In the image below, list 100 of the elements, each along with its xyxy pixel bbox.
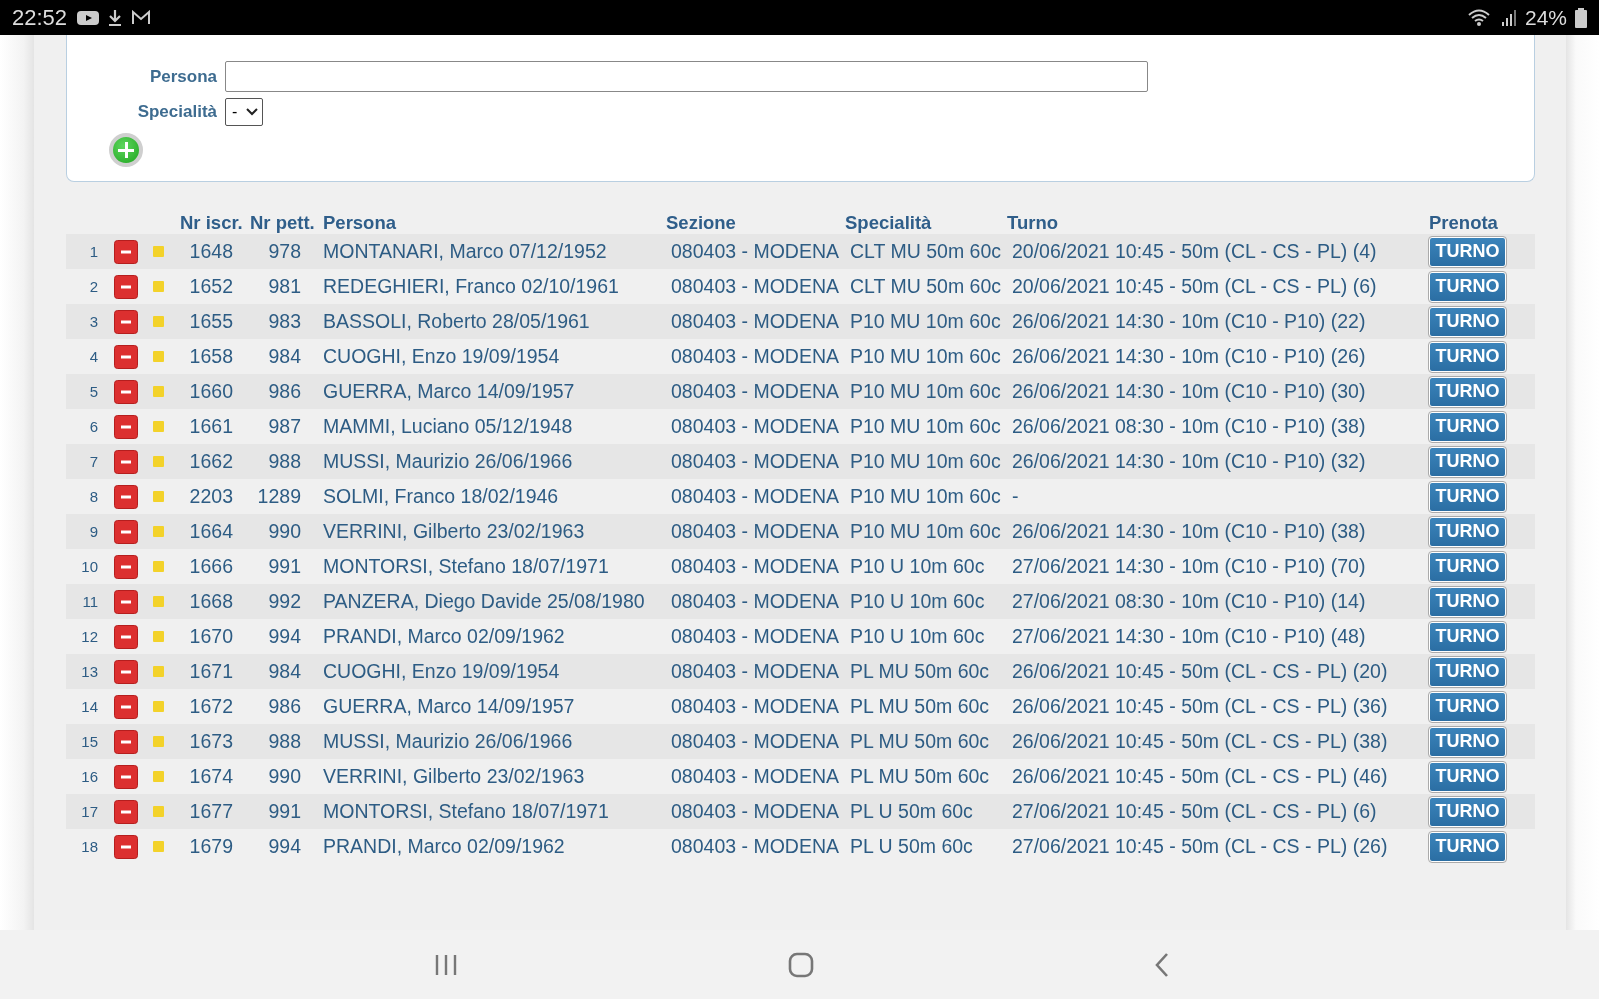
row-number: 17 bbox=[80, 803, 99, 820]
row-number: 18 bbox=[80, 838, 99, 855]
remove-icon[interactable] bbox=[114, 659, 138, 684]
remove-icon[interactable] bbox=[114, 799, 138, 824]
turno-button[interactable]: TURNO bbox=[1429, 761, 1506, 792]
table-cell: 1674 bbox=[189, 765, 233, 788]
turno-button[interactable]: TURNO bbox=[1429, 446, 1506, 477]
table-cell-text: MONTORSI, Stefano 18/07/1971 bbox=[322, 555, 609, 578]
table-cell-text: 080403 - MODENA bbox=[670, 310, 839, 333]
table-cell: 2203 bbox=[189, 485, 233, 508]
mail-icon bbox=[131, 9, 152, 26]
turno-button[interactable]: TURNO bbox=[1429, 831, 1506, 862]
remove-icon[interactable] bbox=[114, 414, 138, 439]
table-cell-text: MAMMI, Luciano 05/12/1948 bbox=[322, 415, 573, 438]
column-header: Sezione bbox=[666, 212, 737, 234]
remove-icon[interactable] bbox=[114, 344, 138, 369]
remove-icon[interactable] bbox=[114, 274, 138, 299]
remove-icon[interactable] bbox=[114, 519, 138, 544]
table-cell-text: 080403 - MODENA bbox=[670, 730, 839, 753]
table-cell: 981 bbox=[268, 275, 301, 298]
table-cell: 986 bbox=[268, 380, 301, 403]
remove-icon[interactable] bbox=[114, 379, 138, 404]
table-cell-text: 080403 - MODENA bbox=[670, 450, 839, 473]
turno-button[interactable]: TURNO bbox=[1429, 621, 1506, 652]
turno-button[interactable]: TURNO bbox=[1429, 376, 1506, 407]
turno-button[interactable]: TURNO bbox=[1429, 586, 1506, 617]
remove-icon[interactable] bbox=[114, 484, 138, 509]
turno-button[interactable]: TURNO bbox=[1429, 236, 1506, 267]
field-label: Specialità bbox=[136, 102, 217, 122]
table-cell-text: P10 MU 10m 60c bbox=[849, 450, 1001, 473]
table-cell-text: MUSSI, Maurizio 26/06/1966 bbox=[322, 730, 573, 753]
table-cell-text: 080403 - MODENA bbox=[670, 590, 839, 613]
table-cell-text: PRANDI, Marco 02/09/1962 bbox=[322, 625, 565, 648]
turno-button[interactable]: TURNO bbox=[1429, 796, 1506, 827]
table-cell-text: 080403 - MODENA bbox=[670, 835, 839, 858]
turno-button[interactable]: TURNO bbox=[1429, 341, 1506, 372]
table-cell-text: 26/06/2021 08:30 - 10m (C10 - P10) (38) bbox=[1011, 415, 1366, 438]
turno-button[interactable]: TURNO bbox=[1429, 306, 1506, 337]
row-number: 15 bbox=[80, 733, 99, 750]
remove-icon[interactable] bbox=[114, 694, 138, 719]
table-cell-text: 080403 - MODENA bbox=[670, 800, 839, 823]
table-cell-text: P10 MU 10m 60c bbox=[849, 310, 1001, 333]
persona-input-field[interactable] bbox=[225, 61, 1148, 92]
table-cell: 1655 bbox=[189, 310, 233, 333]
table-cell-text: 20/06/2021 10:45 - 50m (CL - CS - PL) (4) bbox=[1011, 240, 1377, 263]
table-cell-text: 26/06/2021 14:30 - 10m (C10 - P10) (26) bbox=[1011, 345, 1366, 368]
table-cell-text: PL MU 50m 60c bbox=[849, 695, 990, 718]
table-cell: 1664 bbox=[189, 520, 233, 543]
table-cell-text: PL U 50m 60c bbox=[849, 800, 973, 823]
row-number: 11 bbox=[81, 593, 99, 610]
table-cell-text: PL MU 50m 60c bbox=[849, 660, 990, 683]
table-cell-text: 080403 - MODENA bbox=[670, 380, 839, 403]
home-icon[interactable] bbox=[788, 951, 814, 978]
row-number: 7 bbox=[88, 453, 99, 470]
table-cell: 990 bbox=[268, 520, 301, 543]
table-cell: 990 bbox=[268, 765, 301, 788]
table-cell-text: 080403 - MODENA bbox=[670, 240, 839, 263]
row-number: 8 bbox=[88, 488, 99, 505]
remove-icon[interactable] bbox=[114, 589, 138, 614]
remove-icon[interactable] bbox=[114, 764, 138, 789]
remove-icon[interactable] bbox=[114, 239, 138, 264]
table-cell-text: 26/06/2021 10:45 - 50m (CL - CS - PL) (20) bbox=[1011, 660, 1388, 683]
table-cell: 984 bbox=[268, 660, 301, 683]
turno-button[interactable]: TURNO bbox=[1429, 481, 1506, 512]
table-cell-text: CLT MU 50m 60c bbox=[849, 275, 1001, 298]
column-header: Specialità bbox=[845, 212, 933, 234]
turno-button[interactable]: TURNO bbox=[1429, 551, 1506, 582]
remove-icon[interactable] bbox=[114, 834, 138, 859]
table-cell-text: 26/06/2021 14:30 - 10m (C10 - P10) (38) bbox=[1011, 520, 1366, 543]
turno-button[interactable]: TURNO bbox=[1429, 271, 1506, 302]
remove-icon[interactable] bbox=[114, 729, 138, 754]
clock-time: 22:52 bbox=[12, 4, 68, 31]
table-cell-text: 080403 - MODENA bbox=[670, 485, 839, 508]
turno-button[interactable]: TURNO bbox=[1429, 726, 1506, 757]
remove-icon[interactable] bbox=[114, 309, 138, 334]
turno-button[interactable]: TURNO bbox=[1429, 691, 1506, 722]
back-icon[interactable] bbox=[1154, 951, 1170, 978]
table-cell-text: PANZERA, Diego Davide 25/08/1980 bbox=[322, 590, 645, 613]
table-cell-text: 26/06/2021 10:45 - 50m (CL - CS - PL) (38) bbox=[1011, 730, 1388, 753]
table-cell: 1677 bbox=[189, 800, 233, 823]
add-icon[interactable] bbox=[109, 133, 143, 167]
column-header: Persona bbox=[322, 212, 397, 234]
turno-button[interactable]: TURNO bbox=[1429, 516, 1506, 547]
table-cell-text: P10 MU 10m 60c bbox=[849, 415, 1001, 438]
table-cell: 988 bbox=[268, 450, 301, 473]
turno-button[interactable]: TURNO bbox=[1429, 656, 1506, 687]
remove-icon[interactable] bbox=[114, 554, 138, 579]
table-cell-text: 20/06/2021 10:45 - 50m (CL - CS - PL) (6) bbox=[1011, 275, 1377, 298]
recent-apps-icon[interactable] bbox=[434, 953, 458, 976]
table-cell: 983 bbox=[268, 310, 301, 333]
specialita-dropdown[interactable]: - bbox=[225, 98, 263, 126]
remove-icon[interactable] bbox=[114, 449, 138, 474]
row-number: 3 bbox=[88, 313, 99, 330]
table-cell: 1652 bbox=[189, 275, 233, 298]
column-header: Turno bbox=[1007, 212, 1060, 234]
turno-button[interactable]: TURNO bbox=[1429, 411, 1506, 442]
remove-icon[interactable] bbox=[114, 624, 138, 649]
table-cell-text: P10 MU 10m 60c bbox=[849, 485, 1001, 508]
table-cell-text: 080403 - MODENA bbox=[670, 695, 839, 718]
table-cell: 991 bbox=[268, 555, 301, 578]
